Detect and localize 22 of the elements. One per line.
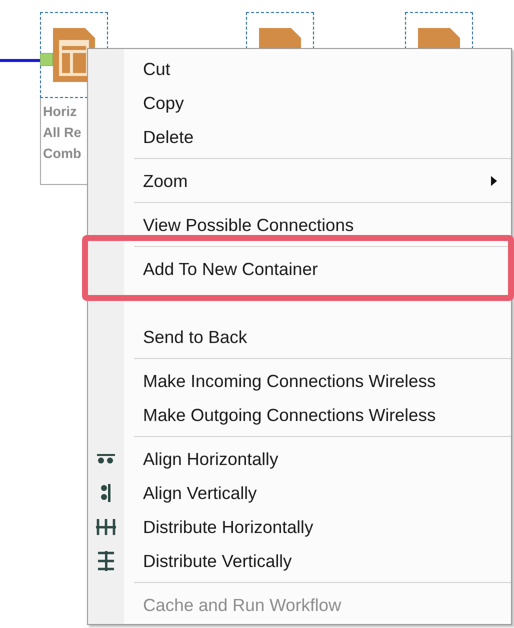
node-label-text: Comb [43, 145, 82, 163]
input-anchor-icon[interactable] [40, 53, 53, 66]
connection-line [0, 59, 40, 62]
menu-item[interactable]: View Possible Connections [88, 208, 511, 242]
node-label-text: Horiz [43, 103, 78, 121]
menu-item[interactable]: Distribute Horizontally [88, 510, 511, 544]
menu-item[interactable]: Send to Back [88, 320, 511, 354]
menu-item[interactable]: Distribute Vertically [88, 544, 511, 578]
menu-item[interactable]: Cut [88, 52, 511, 86]
distribute-horizontal-icon [96, 519, 116, 535]
menu-item[interactable]: Make Outgoing Connections Wireless [88, 398, 511, 432]
menu-item[interactable]: Make Incoming Connections Wireless [88, 364, 511, 398]
menu-item[interactable]: Zoom [88, 164, 511, 198]
menu-item[interactable]: Delete [88, 120, 511, 154]
menu-item[interactable]: Align Vertically [88, 476, 511, 510]
menu-item[interactable]: Align Horizontally [88, 442, 511, 476]
align-vertical-icon [101, 484, 111, 502]
distribute-vertical-icon [98, 551, 114, 571]
align-horizontal-icon [97, 454, 115, 464]
node-label-text: All Re [43, 124, 82, 142]
menu-item[interactable]: Add To New Container [88, 252, 511, 286]
menu-item[interactable]: Copy [88, 86, 511, 120]
